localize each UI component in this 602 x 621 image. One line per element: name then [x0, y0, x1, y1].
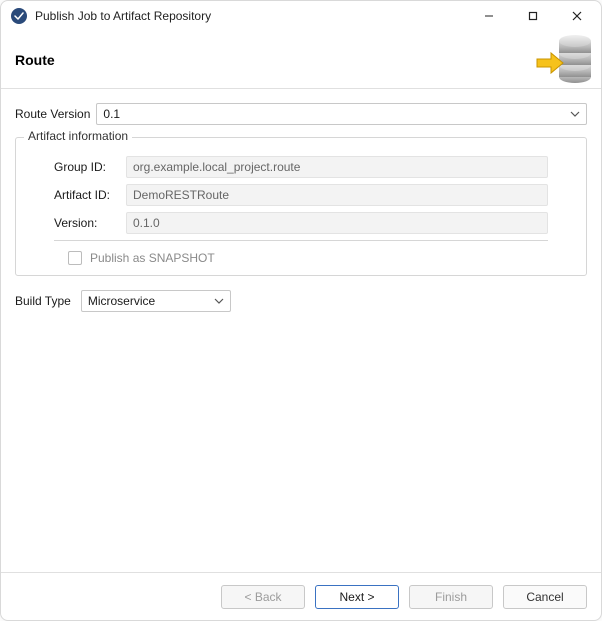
version-field: 0.1.0	[126, 212, 548, 234]
next-button[interactable]: Next >	[315, 585, 399, 609]
build-type-select[interactable]: Microservice	[81, 290, 231, 312]
next-button-label: Next >	[339, 590, 374, 604]
wizard-footer: < Back Next > Finish Cancel	[1, 572, 601, 620]
version-label: Version:	[54, 216, 126, 230]
cancel-button-label: Cancel	[526, 590, 563, 604]
finish-button-label: Finish	[435, 590, 467, 604]
minimize-button[interactable]	[467, 2, 511, 30]
artifact-id-label: Artifact ID:	[54, 188, 126, 202]
route-version-select[interactable]: 0.1	[96, 103, 587, 125]
finish-button[interactable]: Finish	[409, 585, 493, 609]
app-icon	[11, 8, 27, 24]
chevron-down-icon	[570, 111, 580, 117]
snapshot-label: Publish as SNAPSHOT	[90, 251, 215, 265]
group-id-label: Group ID:	[54, 160, 126, 174]
build-type-label: Build Type	[15, 294, 71, 308]
group-id-value: org.example.local_project.route	[133, 160, 300, 174]
snapshot-checkbox[interactable]	[68, 251, 82, 265]
route-version-value: 0.1	[103, 107, 120, 121]
route-version-row: Route Version 0.1	[15, 103, 587, 125]
database-publish-icon	[535, 27, 597, 92]
dialog-window: Publish Job to Artifact Repository Route	[0, 0, 602, 621]
group-id-field: org.example.local_project.route	[126, 156, 548, 178]
maximize-button[interactable]	[511, 2, 555, 30]
wizard-content: Route Version 0.1 Artifact information G…	[1, 89, 601, 572]
back-button[interactable]: < Back	[221, 585, 305, 609]
wizard-header: Route	[1, 31, 601, 89]
artifact-id-value: DemoRESTRoute	[133, 188, 229, 202]
snapshot-row: Publish as SNAPSHOT	[68, 251, 548, 265]
route-version-label: Route Version	[15, 107, 90, 121]
version-value: 0.1.0	[133, 216, 160, 230]
chevron-down-icon	[214, 298, 224, 304]
back-button-label: < Back	[244, 590, 281, 604]
group-id-row: Group ID: org.example.local_project.rout…	[54, 156, 548, 178]
artifact-id-field: DemoRESTRoute	[126, 184, 548, 206]
build-type-row: Build Type Microservice	[15, 290, 587, 312]
artifact-id-row: Artifact ID: DemoRESTRoute	[54, 184, 548, 206]
window-title: Publish Job to Artifact Repository	[35, 9, 211, 23]
page-title: Route	[15, 52, 55, 68]
build-type-value: Microservice	[88, 294, 155, 308]
artifact-information-legend: Artifact information	[24, 129, 132, 143]
titlebar: Publish Job to Artifact Repository	[1, 1, 601, 31]
version-row: Version: 0.1.0	[54, 212, 548, 234]
close-button[interactable]	[555, 2, 599, 30]
artifact-information-group: Artifact information Group ID: org.examp…	[15, 137, 587, 276]
cancel-button[interactable]: Cancel	[503, 585, 587, 609]
separator	[54, 240, 548, 241]
